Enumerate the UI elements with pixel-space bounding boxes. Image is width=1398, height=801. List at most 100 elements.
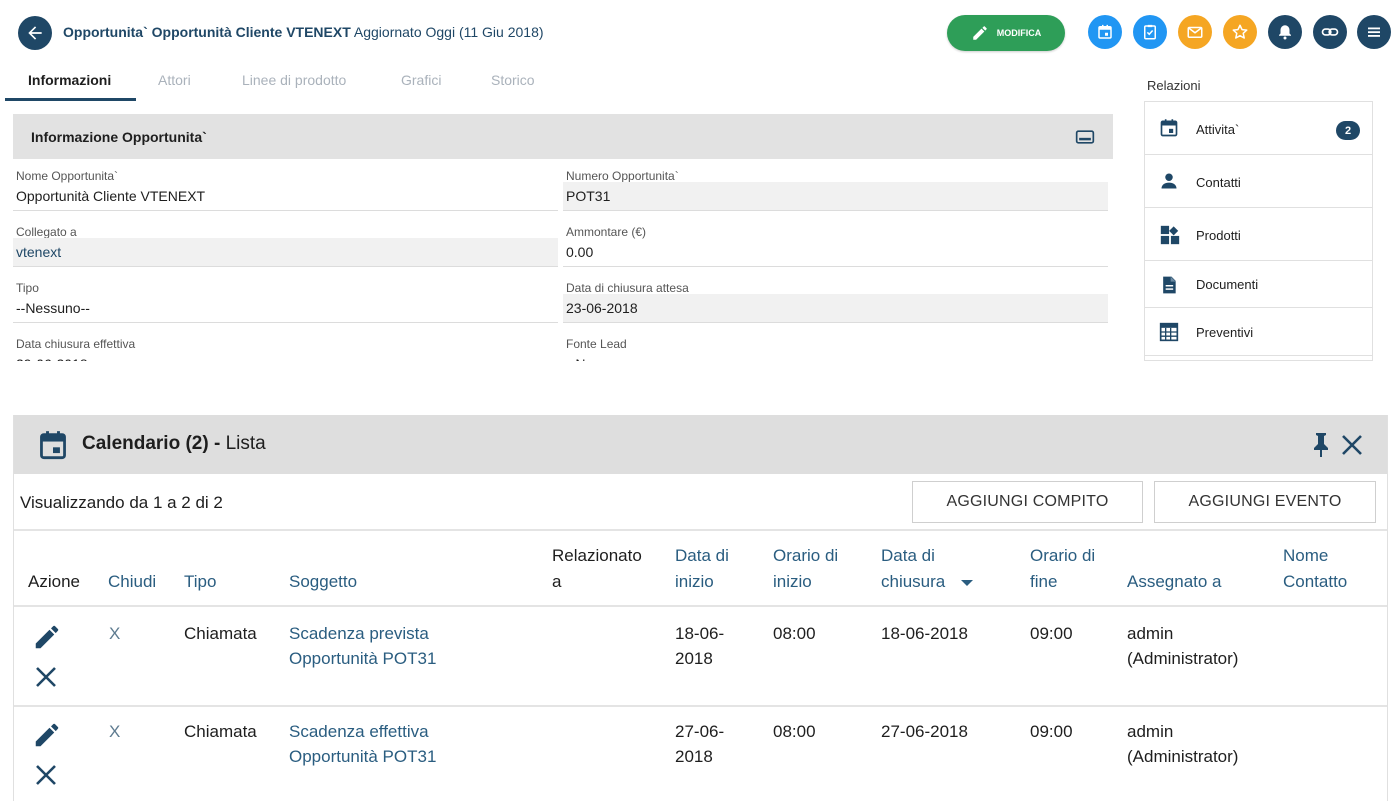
calendar-button[interactable] [1088, 15, 1122, 49]
cell-data-inizio-line1: 18-06- [675, 624, 725, 643]
favorite-button[interactable] [1223, 15, 1257, 49]
field-label: Tipo [16, 281, 39, 295]
field-label: Numero Opportunita` [566, 169, 679, 183]
field-value: --Nessuno-- [563, 350, 1108, 361]
relation-item-prodotti[interactable]: Prodotti [1145, 208, 1372, 261]
tab-grafici[interactable]: Grafici [401, 72, 441, 88]
close-activity-link[interactable]: X [109, 719, 120, 744]
field-tipo: Tipo --Nessuno-- [13, 279, 558, 335]
add-event-button[interactable]: AGGIUNGI EVENTO [1154, 481, 1376, 523]
col-orario-fine-line2: fine [1030, 572, 1058, 591]
notifications-button[interactable] [1268, 15, 1302, 49]
cell-assegnato-line1: admin [1127, 722, 1174, 741]
tab-informazioni[interactable]: Informazioni [28, 72, 111, 88]
task-button[interactable] [1133, 15, 1167, 49]
field-numero-opportunita: Numero Opportunita` POT31 [563, 167, 1108, 223]
cell-data-inizio: 27-06- 2018 [675, 719, 724, 769]
person-icon [1161, 173, 1177, 189]
calendar-icon [40, 431, 66, 460]
cell-data-inizio-line2: 2018 [675, 649, 713, 668]
col-data-chiusura-line2: chiusura [881, 569, 974, 595]
cell-soggetto[interactable]: Scadenza effettiva Opportunità POT31 [289, 719, 436, 769]
results-count: Visualizzando da 1 a 2 di 2 [20, 493, 223, 512]
add-task-button[interactable]: AGGIUNGI COMPITO [912, 481, 1143, 523]
relation-item-preventivi[interactable]: Preventivi [1145, 308, 1372, 356]
modifica-button[interactable]: MODIFICA [947, 15, 1065, 51]
mail-button[interactable] [1178, 15, 1212, 49]
active-tab-indicator [5, 98, 136, 101]
relation-label: Preventivi [1196, 325, 1254, 340]
field-divider [13, 210, 558, 211]
record-title-name: Opportunita` Opportunità Cliente VTENEXT [63, 24, 351, 40]
relation-item-attivita[interactable]: Attivita` 2 [1145, 102, 1372, 155]
col-data-chiusura[interactable]: Data di chiusura [881, 543, 974, 595]
col-chiudi[interactable]: Chiudi [108, 569, 156, 595]
cell-soggetto[interactable]: Scadenza prevista Opportunità POT31 [289, 621, 436, 671]
cell-soggetto-line2: Opportunità POT31 [289, 649, 437, 668]
edit-icon[interactable] [32, 720, 62, 750]
col-data-chiusura-line2-text: chiusura [881, 572, 946, 591]
field-label: Collegato a [16, 225, 77, 239]
col-soggetto[interactable]: Soggetto [289, 569, 357, 595]
col-nome-contatto[interactable]: Nome Contatto [1283, 543, 1347, 595]
col-assegnato[interactable]: Assegnato a [1127, 569, 1222, 595]
field-label: Data chiusura effettiva [16, 337, 136, 351]
field-value-link[interactable]: vtenext [13, 238, 558, 266]
back-button[interactable] [18, 16, 52, 50]
field-label: Data di chiusura attesa [566, 281, 689, 295]
menu-button[interactable] [1357, 15, 1391, 49]
cell-data-chiusura: 27-06-2018 [881, 722, 968, 741]
link-button[interactable] [1313, 15, 1347, 49]
calendar-icon [1160, 119, 1178, 137]
field-label: Fonte Lead [566, 337, 627, 351]
pin-icon[interactable] [1311, 432, 1331, 458]
col-orario-fine-line1: Orario di [1030, 546, 1096, 565]
cell-assegnato-line2: (Administrator) [1127, 649, 1239, 668]
relations-title: Relazioni [1147, 78, 1201, 93]
record-title: Opportunita` Opportunità Cliente VTENEXT… [63, 24, 544, 40]
cell-soggetto-line1: Scadenza prevista [289, 624, 429, 643]
products-icon [1160, 225, 1180, 245]
relation-item-contatti[interactable]: Contatti [1145, 155, 1372, 208]
close-activity-link[interactable]: X [109, 621, 120, 646]
col-data-inizio[interactable]: Data di inizio [675, 543, 729, 595]
relations-list: Attivita` 2 Contatti Prodotti Documenti … [1144, 101, 1373, 361]
col-orario-fine[interactable]: Orario di fine [1030, 543, 1095, 595]
relation-label: Contatti [1196, 175, 1241, 190]
tab-linee-di-prodotto[interactable]: Linee di prodotto [242, 72, 346, 88]
delete-icon[interactable] [34, 763, 58, 787]
info-section-header: Informazione Opportunita` [13, 114, 1113, 159]
cell-assegnato: admin (Administrator) [1127, 719, 1238, 769]
mail-icon [1187, 26, 1203, 38]
link-icon [1321, 28, 1339, 36]
document-icon [1163, 276, 1176, 294]
col-data-inizio-line2: inizio [675, 572, 714, 591]
col-tipo[interactable]: Tipo [184, 569, 216, 595]
collapse-icon[interactable] [1075, 128, 1095, 146]
cell-orario-inizio: 08:00 [773, 624, 816, 643]
delete-icon[interactable] [34, 665, 58, 689]
edit-icon[interactable] [32, 622, 62, 652]
arrow-left-icon [28, 26, 42, 40]
field-label: Ammontare (€) [566, 225, 647, 239]
calendar-icon [1098, 24, 1112, 39]
cell-data-inizio: 18-06- 2018 [675, 621, 724, 671]
col-nome-contatto-line2: Contatto [1283, 572, 1348, 591]
tab-attori[interactable]: Attori [158, 72, 191, 88]
col-orario-inizio-line2: inizio [773, 572, 812, 591]
calendar-panel-header: Calendario (2) - Lista [14, 415, 1387, 474]
cell-assegnato: admin (Administrator) [1127, 621, 1238, 671]
calendar-title-rest: Lista [220, 433, 266, 454]
close-icon[interactable] [1341, 434, 1363, 456]
cell-soggetto-line1: Scadenza effettiva [289, 722, 429, 741]
sort-desc-icon [961, 579, 973, 586]
field-divider [563, 266, 1108, 267]
cell-data-inizio-line2: 2018 [675, 747, 713, 766]
col-orario-inizio[interactable]: Orario di inizio [773, 543, 838, 595]
field-nome-opportunita: Nome Opportunita` Opportunità Cliente VT… [13, 167, 558, 223]
tab-storico[interactable]: Storico [491, 72, 535, 88]
relation-item-documenti[interactable]: Documenti [1145, 261, 1372, 308]
cell-orario-fine: 09:00 [1030, 624, 1073, 643]
relation-label: Prodotti [1196, 228, 1241, 243]
col-relazionato-line1: Relazionato [552, 546, 642, 565]
